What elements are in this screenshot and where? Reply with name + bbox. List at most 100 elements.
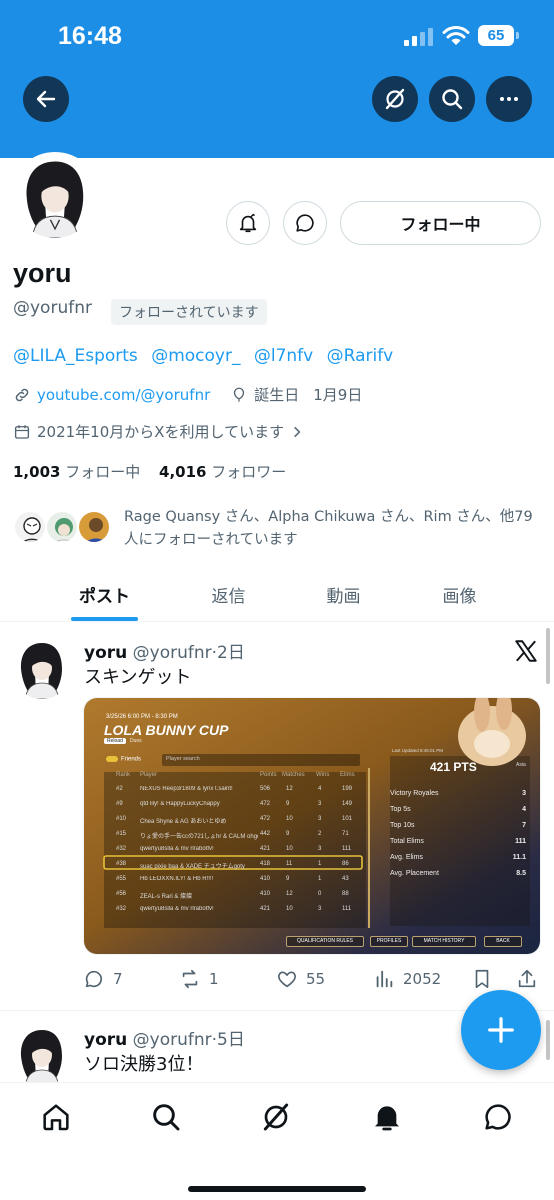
media-cell-wins: 3 [318,816,322,822]
nav-home[interactable] [38,1099,74,1135]
post-actions: 7 1 55 2052 [83,965,543,993]
media-cell-elims: 111 [342,846,352,852]
media-table-row: #55 Hb LEOXXN.ILY! & Hb R!!!! 410 9 1 43 [104,874,364,886]
tab-posts[interactable]: ポスト [47,566,162,622]
message-button[interactable] [283,201,327,245]
plus-icon [488,1017,514,1043]
media-stat-label: Victory Royales [390,790,439,797]
media-cell-points: 421 [260,906,271,912]
media-cell-wins: 3 [318,846,322,852]
tab-images[interactable]: 画像 [402,566,517,622]
media-stat-row: Victory Royales 3 [390,788,526,802]
post-author-name[interactable]: yoru [84,1030,127,1050]
nav-search[interactable] [148,1099,184,1135]
media-cell-elims: 43 [342,876,349,882]
calendar-icon [14,424,30,439]
repost-button[interactable]: 1 [179,965,219,993]
media-cell-matches: 9 [286,831,290,837]
nav-grok[interactable] [258,1099,294,1135]
back-button[interactable] [23,76,69,122]
share-button[interactable] [516,965,538,993]
mutual-followers-text: Rage Quansy さん、Alpha Chikuwa さん、Rim さん、他… [124,509,533,548]
share-icon [518,969,536,988]
media-cell-player: qwertyu8slla & mv rlrabotfv! [140,906,214,912]
media-cell-rank: #32 [116,906,127,912]
search-icon [153,1104,180,1131]
notification-bell-button[interactable] [226,201,270,245]
media-cell-rank: #55 [116,876,127,882]
post-media-image[interactable]: 3/25/26 6:00 PM - 8:30 PM LOLA BUNNY CUP… [83,697,541,955]
scrollbar-thumb[interactable] [546,1020,550,1060]
media-cell-matches: 9 [286,801,290,807]
nav-messages[interactable] [480,1099,516,1135]
post-header: yoru @yorufnr·2日 [84,643,245,663]
post-author-name[interactable]: yoru [84,643,127,663]
heart-icon [278,971,296,988]
profile-bio: @LILA_Esports @mocoyr_ @l7nfv @Rarifv [13,346,399,366]
media-stat-row: Avg. Placement 8.5 [390,868,526,882]
post-author-avatar[interactable] [12,639,72,699]
media-table-row: #38 suac pixie baa & XADE チュウチムgoty 418 11 1… [104,859,364,871]
following-stat[interactable]: 1,003 フォロー中 [13,463,140,481]
media-stat-value: 4 [522,806,526,813]
media-stat-label: Avg. Elims [390,854,423,861]
media-cell-points: 442 [260,831,271,837]
joined-date-row[interactable]: 2021年10月からXを利用しています [13,421,304,442]
media-stat-row: Top 5s 4 [390,804,526,818]
tab-videos[interactable]: 動画 [286,566,401,622]
media-cell-points: 410 [260,876,271,882]
bio-mention-link[interactable]: @LILA_Esports [13,346,138,366]
media-mode: Duos [130,738,142,744]
compose-post-button[interactable] [461,990,541,1070]
scrollbar-thumb[interactable] [546,628,550,684]
website-link[interactable]: youtube.com/@yorufnr [37,386,210,404]
home-icon [43,1104,69,1131]
like-button[interactable]: 55 [276,965,325,993]
more-options-button[interactable] [486,76,532,122]
nav-notifications[interactable] [369,1099,405,1135]
grok-button[interactable] [372,76,418,122]
post-author-avatar[interactable] [12,1026,72,1086]
tab-replies[interactable]: 返信 [171,566,286,622]
media-button: MATCH HISTORY [412,936,476,947]
arrow-left-icon [36,90,56,108]
reply-button[interactable]: 7 [83,965,123,993]
media-cell-matches: 12 [286,786,293,792]
media-stat-value: 111 [515,838,526,845]
birthday-value: 1月9日 [313,386,363,404]
media-stat-row: Avg. Elims 11.1 [390,852,526,866]
media-region: Asia [516,762,526,768]
media-cell-wins: 3 [318,906,322,912]
bio-mention-link[interactable]: @mocoyr_ [151,346,240,366]
media-cell-matches: 10 [286,906,293,912]
search-button[interactable] [429,76,475,122]
following-button[interactable]: フォロー中 [340,201,541,245]
battery-indicator: 65 [478,25,514,46]
media-cell-player: りょ愛の手一缶ccの721しょhr & CALM ohgeuk [140,834,258,840]
profile-meta-row: youtube.com/@yorufnr 誕生日 1月9日 [13,384,362,405]
media-cell-wins: 2 [318,831,322,837]
media-stat-value: 7 [522,822,526,829]
messages-icon [485,1104,511,1130]
media-cell-points: 472 [260,801,271,807]
bookmark-button[interactable] [471,965,493,993]
media-date: 3/25/26 6:00 PM - 8:30 PM [106,714,178,720]
media-title: LOLA BUNNY CUP [104,722,229,738]
home-indicator [188,1186,366,1192]
views-button[interactable]: 2052 [373,965,441,993]
media-last-updated: Last Updated 8:45:01 PM [392,748,444,753]
media-cell-elims: 88 [342,891,349,897]
media-table-row: #32 qwertyu8slla & mv rlrabotfv! 421 10 3 111 [104,844,364,856]
profile-avatar[interactable] [10,152,100,242]
media-stat-value: 8.5 [516,870,526,877]
media-stat-value: 3 [522,790,526,797]
bio-mention-link[interactable]: @Rarifv [327,346,394,366]
media-stat-value: 11.1 [512,854,526,861]
media-stat-row: Top 10s 7 [390,820,526,834]
chat-bubble-icon [296,214,314,232]
followers-stat[interactable]: 4,016 フォロワー [159,463,286,481]
media-cell-rank: #38 [116,861,127,867]
mutual-avatar [45,510,79,544]
media-button: BACK [484,936,522,947]
bio-mention-link[interactable]: @l7nfv [254,346,313,366]
